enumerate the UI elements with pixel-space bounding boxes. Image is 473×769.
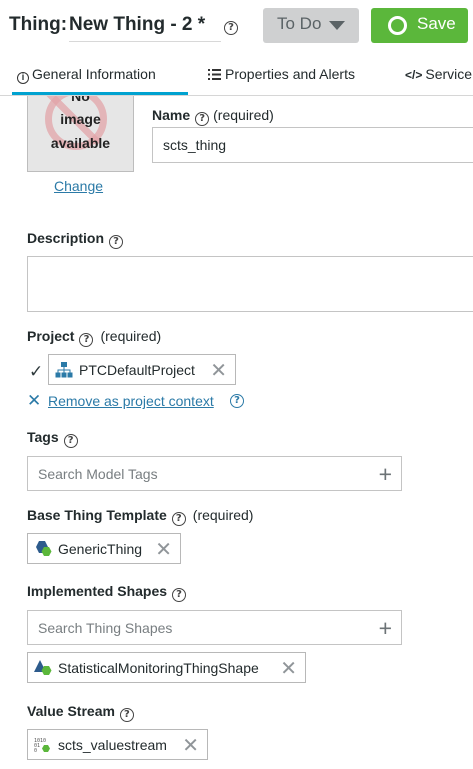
value-stream-label-text: Value Stream: [27, 703, 115, 719]
save-button[interactable]: Save: [371, 8, 468, 43]
help-icon[interactable]: ?: [230, 394, 244, 408]
value-stream-chip[interactable]: 1010 01 0 scts_valuestream ✕: [27, 729, 208, 760]
tab-label: Service: [425, 66, 473, 82]
name-input[interactable]: scts_thing: [152, 127, 473, 163]
help-icon[interactable]: ?: [63, 434, 78, 448]
remove-context-icon[interactable]: ✕: [27, 391, 41, 411]
shape-chip-label: StatisticalMonitoringThingShape: [58, 660, 259, 676]
remove-icon[interactable]: ✕: [210, 358, 227, 383]
thing-shape-icon: [34, 660, 52, 675]
thing-image-placeholder: No image available: [27, 96, 134, 172]
value-stream-label: Value Stream?: [27, 703, 134, 722]
help-icon[interactable]: ?: [79, 333, 94, 347]
checkmark-icon: ✓: [29, 362, 44, 381]
name-label: Name? (required): [152, 107, 274, 126]
description-textarea[interactable]: [27, 256, 473, 312]
tab-general-information[interactable]: i General Information: [17, 66, 156, 84]
description-label-text: Description: [27, 230, 105, 246]
help-icon[interactable]: ?: [195, 112, 210, 126]
shape-chip[interactable]: StatisticalMonitoringThingShape ✕: [27, 652, 306, 683]
description-label: Description?: [27, 230, 124, 249]
tags-label: Tags?: [27, 429, 78, 448]
project-chip[interactable]: PTCDefaultProject ✕: [48, 354, 236, 385]
thing-template-icon: [36, 541, 52, 556]
project-label: Project? (required): [27, 328, 161, 347]
svg-text:0: 0: [34, 748, 37, 754]
todo-state-button[interactable]: To Do: [263, 8, 359, 43]
change-image-link[interactable]: Change: [54, 178, 103, 194]
value-stream-icon: 1010 01 0: [34, 738, 50, 754]
code-icon: </>: [405, 68, 423, 82]
help-icon[interactable]: ?: [109, 235, 124, 249]
remove-icon[interactable]: ✕: [280, 656, 297, 681]
required-text: (required): [192, 507, 254, 523]
caret-down-icon: [329, 21, 345, 30]
plus-icon[interactable]: +: [379, 615, 392, 642]
save-button-label: Save: [417, 14, 456, 33]
base-template-chip-label: GenericThing: [58, 541, 143, 557]
project-hierarchy-icon: [55, 362, 73, 378]
page-header: Thing: New Thing - 2 * ? To Do Save: [0, 0, 473, 52]
implemented-shapes-label: Implemented Shapes?: [27, 583, 187, 602]
todo-button-label: To Do: [277, 14, 322, 33]
thing-shapes-search-input[interactable]: Search Thing Shapes +: [27, 610, 402, 645]
image-text-line: No: [71, 96, 90, 104]
project-chip-label: PTCDefaultProject: [79, 362, 195, 378]
project-label-text: Project: [27, 328, 75, 344]
circle-icon: [388, 16, 407, 35]
tab-bar: i General Information Properties and Aler…: [0, 52, 473, 96]
tags-search-input[interactable]: Search Model Tags +: [27, 456, 402, 491]
shapes-placeholder: Search Thing Shapes: [38, 620, 173, 636]
list-icon: [208, 69, 221, 80]
required-text: (required): [100, 328, 162, 344]
help-icon[interactable]: ?: [119, 708, 134, 722]
remove-icon[interactable]: ✕: [155, 537, 172, 562]
tags-label-text: Tags: [27, 429, 59, 445]
help-icon[interactable]: ?: [224, 21, 238, 35]
base-template-chip[interactable]: GenericThing ✕: [27, 533, 181, 564]
remove-project-context-link[interactable]: Remove as project context: [48, 393, 214, 409]
value-stream-chip-label: scts_valuestream: [58, 737, 167, 753]
tab-services[interactable]: </> Service: [405, 66, 472, 82]
remove-icon[interactable]: ✕: [182, 733, 199, 758]
tab-label: Properties and Alerts: [225, 66, 355, 82]
active-tab-indicator: [12, 92, 188, 95]
help-icon[interactable]: ?: [171, 512, 186, 526]
title-prefix: Thing:: [9, 14, 68, 35]
base-thing-template-label: Base Thing Template? (required): [27, 507, 253, 526]
required-text: (required): [213, 107, 274, 123]
plus-icon[interactable]: +: [379, 461, 392, 488]
info-icon: i: [17, 72, 29, 84]
tab-label: General Information: [32, 66, 156, 82]
image-text-line: image: [60, 111, 101, 127]
implemented-shapes-label-text: Implemented Shapes: [27, 583, 168, 599]
tab-properties-and-alerts[interactable]: Properties and Alerts: [208, 66, 355, 82]
name-label-text: Name: [152, 107, 191, 123]
image-text-line: available: [50, 135, 111, 151]
thing-name-title[interactable]: New Thing - 2 *: [69, 14, 221, 42]
tags-placeholder: Search Model Tags: [38, 466, 158, 482]
base-template-label-text: Base Thing Template: [27, 507, 167, 523]
help-icon[interactable]: ?: [172, 588, 187, 602]
